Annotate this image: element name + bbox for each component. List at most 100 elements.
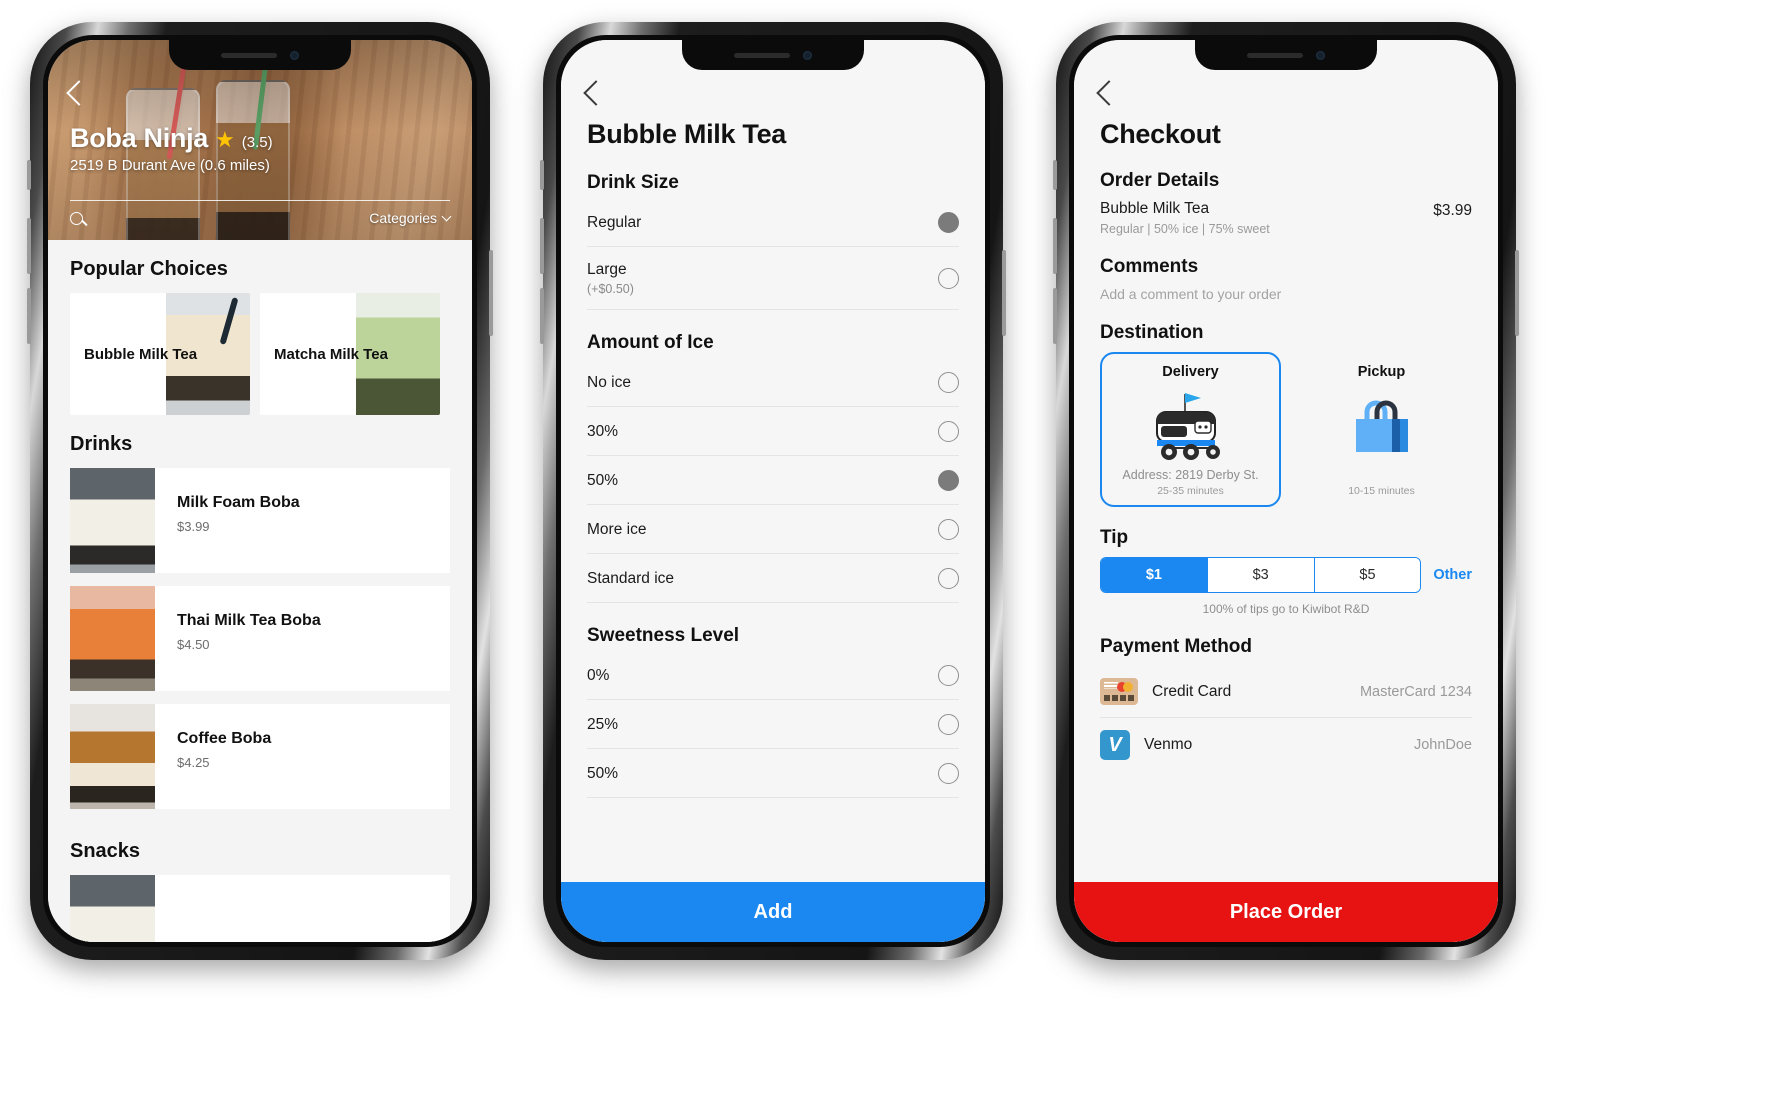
- option-row-ice-30[interactable]: 30%: [587, 407, 959, 456]
- tip-button-5[interactable]: $5: [1314, 558, 1421, 592]
- item-options-page: Bubble Milk Tea Drink Size Regular Large…: [561, 40, 985, 942]
- phone-2-item-options: Bubble Milk Tea Drink Size Regular Large…: [540, 22, 1006, 960]
- list-item-body: [155, 875, 450, 942]
- radio-button[interactable]: [938, 714, 959, 735]
- destination-options[interactable]: Delivery Address: 2819 Derby St. 25-35 m…: [1100, 352, 1472, 507]
- destination-label: Pickup: [1357, 364, 1406, 380]
- volume-down-button[interactable]: [1053, 288, 1057, 344]
- list-item[interactable]: [70, 875, 450, 942]
- radio-button[interactable]: [938, 568, 959, 589]
- option-row-standard-ice[interactable]: Standard ice: [587, 554, 959, 603]
- place-order-button[interactable]: Place Order: [1074, 882, 1498, 942]
- list-item[interactable]: Coffee Boba $4.25: [70, 704, 450, 809]
- popular-card-label: Bubble Milk Tea: [84, 345, 198, 363]
- list-item[interactable]: Milk Foam Boba $3.99: [70, 468, 450, 573]
- popular-card-label: Matcha Milk Tea: [274, 345, 388, 363]
- back-chevron-icon[interactable]: [1096, 80, 1122, 106]
- option-row-sweet-0[interactable]: 0%: [587, 651, 959, 700]
- popular-card[interactable]: Matcha Milk Tea: [260, 293, 440, 415]
- comment-input[interactable]: Add a comment to your order: [1100, 286, 1472, 302]
- volume-up-button[interactable]: [540, 218, 544, 274]
- tip-button-group[interactable]: $1 $3 $5: [1100, 557, 1422, 593]
- section-header-snacks: Snacks: [70, 840, 141, 862]
- order-item-options: Regular | 50% ice | 75% sweet: [1100, 222, 1270, 236]
- payment-method-name: Venmo: [1144, 736, 1193, 753]
- option-row-no-ice[interactable]: No ice: [587, 358, 959, 407]
- option-row-large[interactable]: Large (+$0.50): [587, 247, 959, 310]
- power-button[interactable]: [1002, 250, 1006, 336]
- tip-note: 100% of tips go to Kiwibot R&D: [1202, 602, 1370, 616]
- payment-method-credit-card[interactable]: Credit Card MasterCard 1234: [1100, 666, 1472, 718]
- order-item-name: Bubble Milk Tea: [1100, 200, 1210, 217]
- destination-option-pickup[interactable]: Pickup 10-15 minutes: [1291, 352, 1472, 507]
- tip-button-1[interactable]: $1: [1101, 558, 1208, 592]
- page-title: Boba Ninja: [70, 123, 209, 153]
- section-header-order-details: Order Details: [1100, 170, 1220, 191]
- option-label: Large: [587, 261, 627, 278]
- screen-item-options: Bubble Milk Tea Drink Size Regular Large…: [561, 40, 985, 942]
- option-row-ice-50[interactable]: 50%: [587, 456, 959, 505]
- earpiece-speaker: [1247, 52, 1303, 58]
- delivery-address: Address: 2819 Derby St.: [1122, 468, 1259, 482]
- star-icon: ★: [215, 127, 235, 152]
- menu-scroll-area[interactable]: Popular Choices Bubble Milk Tea Matcha M…: [48, 240, 472, 942]
- silent-switch[interactable]: [1053, 160, 1057, 190]
- earpiece-speaker: [221, 52, 277, 58]
- radio-button[interactable]: [938, 268, 959, 289]
- categories-dropdown[interactable]: Categories: [369, 210, 452, 226]
- option-label: 0%: [587, 666, 610, 684]
- option-label: 50%: [587, 471, 619, 489]
- option-row-more-ice[interactable]: More ice: [587, 505, 959, 554]
- power-button[interactable]: [1515, 250, 1519, 336]
- tip-selector[interactable]: $1 $3 $5 Other: [1100, 557, 1472, 593]
- radio-button[interactable]: [938, 421, 959, 442]
- radio-button[interactable]: [938, 519, 959, 540]
- search-icon[interactable]: [70, 211, 83, 225]
- back-chevron-icon[interactable]: [583, 80, 609, 106]
- option-row-sweet-25[interactable]: 25%: [587, 700, 959, 749]
- volume-up-button[interactable]: [27, 218, 31, 274]
- delivery-eta: 25-35 minutes: [1157, 485, 1224, 497]
- payment-method-detail: JohnDoe: [1413, 737, 1472, 753]
- radio-button[interactable]: [938, 665, 959, 686]
- kiwibot-delivery-robot-icon: [1143, 386, 1239, 464]
- option-surcharge: (+$0.50): [587, 282, 634, 296]
- checkout-body[interactable]: Order Details Bubble Milk Tea Regular | …: [1074, 170, 1498, 772]
- option-group-title-ice: Amount of Ice: [587, 332, 714, 353]
- store-rating: (3.5): [241, 134, 273, 151]
- silent-switch[interactable]: [27, 160, 31, 190]
- option-row-sweet-50[interactable]: 50%: [587, 749, 959, 798]
- option-row-regular[interactable]: Regular: [587, 198, 959, 247]
- option-group-title-sweetness: Sweetness Level: [587, 625, 740, 646]
- notch: [682, 40, 864, 70]
- radio-button[interactable]: [938, 372, 959, 393]
- volume-up-button[interactable]: [1053, 218, 1057, 274]
- search-bar[interactable]: Categories: [70, 200, 452, 226]
- radio-button-selected[interactable]: [938, 470, 959, 491]
- notch: [1195, 40, 1377, 70]
- volume-down-button[interactable]: [540, 288, 544, 344]
- options-list[interactable]: Drink Size Regular Large (+$0.50) Amount…: [561, 172, 985, 798]
- list-item-price: $4.50: [177, 637, 210, 652]
- phone-1-store-menu: Boba Ninja ★ (3.5) 2519 B Durant Ave (0.…: [27, 22, 493, 960]
- payment-method-detail: MasterCard 1234: [1359, 683, 1472, 700]
- section-header-tip: Tip: [1100, 527, 1129, 548]
- radio-button-selected[interactable]: [938, 212, 959, 233]
- radio-button[interactable]: [938, 763, 959, 784]
- volume-down-button[interactable]: [27, 288, 31, 344]
- destination-option-delivery[interactable]: Delivery Address: 2819 Derby St. 25-35 m…: [1100, 352, 1281, 507]
- popular-card[interactable]: Bubble Milk Tea: [70, 293, 250, 415]
- option-text: Regular: [587, 214, 641, 232]
- store-address: 2519 B Durant Ave (0.6 miles): [70, 157, 270, 174]
- add-button[interactable]: Add: [561, 882, 985, 942]
- tip-other-button[interactable]: Other: [1433, 567, 1472, 583]
- silent-switch[interactable]: [540, 160, 544, 190]
- back-chevron-icon[interactable]: [66, 80, 92, 106]
- section-header-payment-method: Payment Method: [1100, 636, 1253, 657]
- popular-choices-row[interactable]: Bubble Milk Tea Matcha Milk Tea: [48, 293, 472, 415]
- list-item-price: $4.25: [177, 755, 210, 770]
- power-button[interactable]: [489, 250, 493, 336]
- payment-method-venmo[interactable]: V Venmo JohnDoe: [1100, 718, 1472, 772]
- list-item[interactable]: Thai Milk Tea Boba $4.50: [70, 586, 450, 691]
- tip-button-3[interactable]: $3: [1207, 558, 1315, 592]
